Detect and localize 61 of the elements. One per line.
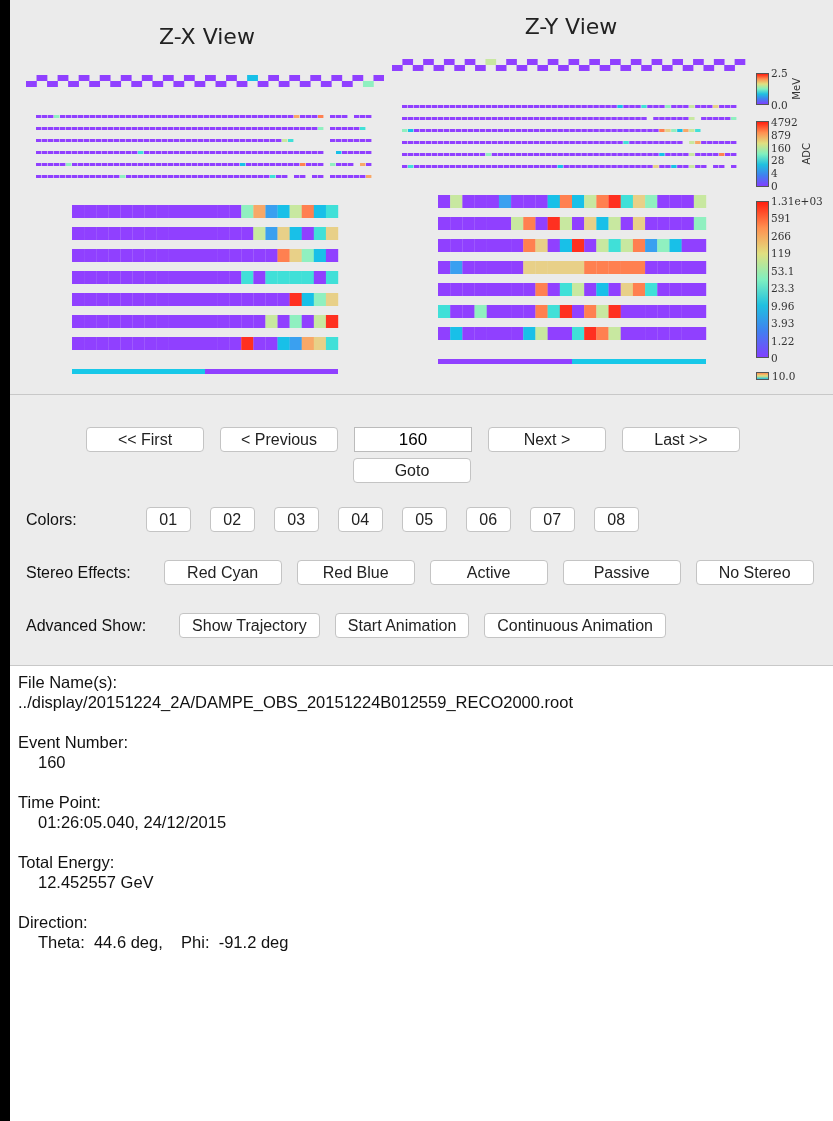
info-value: Theta: 44.6 deg, Phi: -91.2 deg	[37, 932, 290, 952]
color-scheme-button[interactable]: 05	[401, 507, 447, 532]
view-title: Z-Y View	[524, 14, 618, 39]
colorbar-tick-label: 23.3	[771, 283, 796, 294]
colorbar-tick-label: 3.93	[771, 318, 796, 329]
colorbar-tick-label: 879	[771, 129, 793, 140]
colorbar-tick-label: 1.22	[771, 335, 796, 346]
info-label: Direction:	[18, 912, 89, 932]
colorbar-tick-label: 1.31e+03	[771, 196, 823, 206]
stereo-button[interactable]: Red Cyan	[163, 560, 282, 585]
info-value: 160	[37, 752, 67, 772]
color-scheme-button[interactable]: 03	[273, 507, 319, 532]
colorbar-tick-label: 119	[771, 248, 793, 259]
info-value: 01:26:05.040, 24/12/2015	[37, 812, 228, 832]
event-number-field[interactable]: 160	[354, 427, 472, 452]
color-scheme-button[interactable]: 07	[529, 507, 575, 532]
colorbar-tick-label: 28	[771, 155, 786, 166]
colorbar-tick-label: 160	[771, 142, 793, 153]
stereo-effects-label: Stereo Effects:	[26, 563, 131, 582]
colorbar	[756, 121, 769, 187]
info-label: Event Number:	[18, 732, 130, 752]
stereo-button[interactable]: No Stereo	[695, 560, 814, 585]
colorbar-tick-label: 0	[771, 352, 779, 363]
stereo-button[interactable]: Red Blue	[296, 560, 415, 585]
color-scheme-button[interactable]: 08	[593, 507, 639, 532]
nav-button[interactable]: < Previous	[220, 427, 338, 452]
colorbar-tick-label: 0	[771, 181, 779, 191]
nav-button[interactable]: << First	[86, 427, 204, 452]
stereo-button[interactable]: Passive	[562, 560, 681, 585]
colorbar-tick-label: 4	[771, 168, 779, 179]
advanced-show-label: Advanced Show:	[26, 616, 147, 635]
colorbar-tick-label: 2.5	[771, 68, 788, 78]
colorbar-tick-label: 9.96	[771, 300, 796, 311]
legend-swatch	[756, 372, 769, 380]
color-scheme-button[interactable]: 01	[145, 507, 191, 532]
colorbar-unit-label: MeV	[790, 78, 802, 100]
advanced-show-button[interactable]: Show Trajectory	[179, 613, 320, 638]
colorbar-tick-label: 4792	[771, 117, 798, 127]
view-title: Z-X View	[159, 24, 255, 49]
info-label: Total Energy:	[18, 852, 116, 872]
info-value: ../display/20151224_2A/DAMPE_OBS_20151224B012559_RECO2000.root	[18, 692, 574, 712]
info-label: Time Point:	[18, 792, 102, 812]
advanced-show-button[interactable]: Start Animation	[334, 613, 470, 638]
colorbar-unit-label: ADC	[800, 143, 812, 165]
color-scheme-button[interactable]: 04	[337, 507, 383, 532]
stereo-button[interactable]: Active	[429, 560, 548, 585]
info-value: 12.452557 GeV	[37, 872, 155, 892]
legend-value: 10.0	[772, 370, 796, 382]
colorbar-tick-label: 0.0	[771, 100, 788, 110]
color-scheme-button[interactable]: 06	[465, 507, 511, 532]
info-label: File Name(s):	[18, 672, 118, 692]
colors-label: Colors:	[26, 510, 77, 529]
colorbar-tick-label: 266	[771, 230, 793, 241]
advanced-show-button[interactable]: Continuous Animation	[484, 613, 666, 638]
goto-button[interactable]: Goto	[353, 458, 471, 483]
colorbar-tick-label: 53.1	[771, 265, 796, 276]
color-scheme-button[interactable]: 02	[209, 507, 255, 532]
nav-button[interactable]: Next >	[488, 427, 606, 452]
colorbar-tick-label: 591	[771, 213, 793, 224]
nav-button[interactable]: Last >>	[622, 427, 740, 452]
colorbar	[756, 73, 769, 105]
